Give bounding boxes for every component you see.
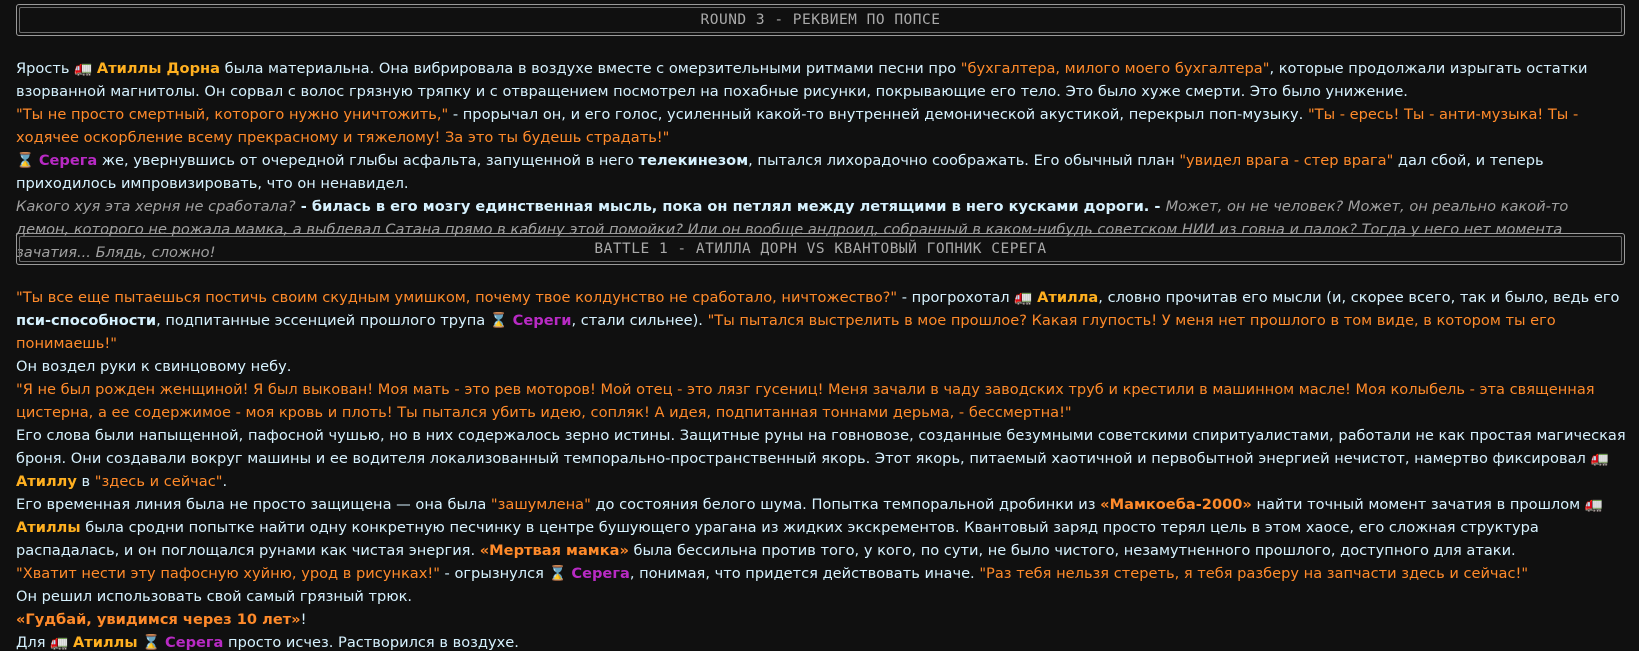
paragraph: "Я не был рожден женщиной! Я был выкован… — [16, 381, 1595, 421]
paragraph: Он воздел руки к свинцовому небу. — [16, 358, 292, 375]
truck-icon: 🚛 — [74, 60, 93, 77]
character-name-serega: Серега — [164, 634, 224, 651]
story-section-2: "Ты все еще пытаешься постичь своим скуд… — [16, 286, 1626, 651]
paragraph: Ярость 🚛 Атиллы Дорна была материальна. … — [16, 60, 1588, 100]
hourglass-icon: ⌛ — [16, 152, 35, 169]
character-name-atilla: Атиллу — [16, 473, 77, 490]
quote: "увидел врага - стер врага" — [1179, 152, 1394, 169]
item-name: «Мертвая мамка» — [479, 542, 629, 559]
character-name-atilla: Атиллы — [72, 634, 138, 651]
quote: "Ты все еще пытаешься постичь своим скуд… — [16, 289, 898, 306]
paragraph: Для 🚛 Атиллы ⌛ Серега просто исчез. Раст… — [16, 634, 519, 651]
hourglass-icon: ⌛ — [489, 312, 508, 329]
skill-name: «Гудбай, увидимся через 10 лет» — [16, 611, 301, 628]
paragraph: Его слова были напыщенной, пафосной чушь… — [16, 427, 1626, 490]
quote: "зашумлена" — [490, 496, 591, 513]
character-name-atilla: Атилла — [1037, 289, 1099, 306]
character-name-atilla: Атиллы — [16, 519, 81, 536]
battle-banner: BATTLE 1 - АТИЛЛА ДОРН VS КВАНТОВЫЙ ГОПН… — [16, 233, 1625, 265]
truck-icon: 🚛 — [1590, 450, 1609, 467]
round-banner: ROUND 3 - РЕКВИЕМ ПО ПОПСЕ — [16, 4, 1625, 36]
paragraph: "Ты не просто смертный, которого нужно у… — [16, 106, 1579, 146]
quote: "здесь и сейчас" — [94, 473, 223, 490]
battle-banner-title: BATTLE 1 - АТИЛЛА ДОРН VS КВАНТОВЫЙ ГОПН… — [19, 236, 1622, 262]
item-name: «Мамкоеба-2000» — [1100, 496, 1252, 513]
paragraph: «Гудбай, увидимся через 10 лет»! — [16, 611, 307, 628]
quote: "Ты не просто смертный, которого нужно у… — [16, 106, 449, 123]
quote: "Хватит нести эту пафосную хуйню, урод в… — [16, 565, 440, 582]
truck-icon: 🚛 — [1584, 496, 1603, 513]
paragraph: "Хватит нести эту пафосную хуйню, урод в… — [16, 565, 1529, 582]
character-name-serega: Сереги — [512, 312, 572, 329]
hourglass-icon: ⌛ — [142, 634, 161, 651]
thought: Какого хуя эта херня не сработала? — [16, 198, 296, 215]
character-name-atilla: Атиллы Дорна — [96, 60, 220, 77]
quote: "бухгалтера, милого моего бухгалтера" — [960, 60, 1270, 77]
quote: "Раз тебя нельзя стереть, я тебя разберу… — [979, 565, 1529, 582]
hourglass-icon: ⌛ — [548, 565, 567, 582]
round-banner-title: ROUND 3 - РЕКВИЕМ ПО ПОПСЕ — [19, 7, 1622, 33]
paragraph: "Ты все еще пытаешься постичь своим скуд… — [16, 289, 1620, 352]
paragraph: Он решил использовать свой самый грязный… — [16, 588, 413, 605]
truck-icon: 🚛 — [1014, 289, 1033, 306]
chat-log: ROUND 3 - РЕКВИЕМ ПО ПОПСЕ Ярость 🚛 Атил… — [0, 0, 1639, 651]
character-name-serega: Серега — [38, 152, 98, 169]
paragraph: Его временная линия была не просто защищ… — [16, 496, 1603, 559]
paragraph: ⌛ Серега же, увернувшись от очередной гл… — [16, 152, 1544, 192]
character-name-serega: Серега — [571, 565, 630, 582]
truck-icon: 🚛 — [50, 634, 69, 651]
